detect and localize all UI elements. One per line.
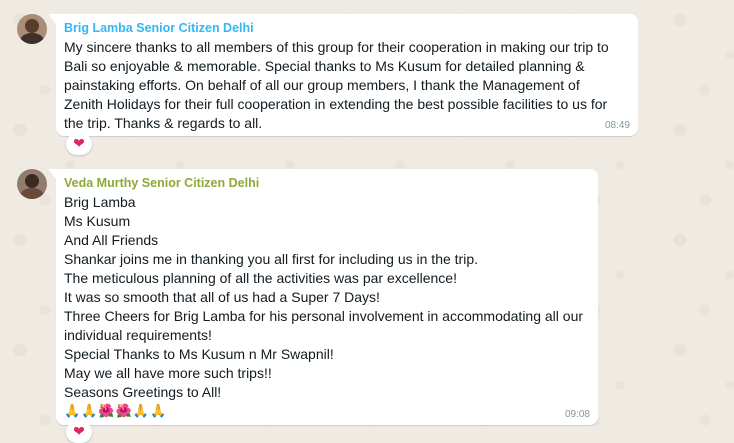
message-text-line: It was so smooth that all of us had a Su… <box>64 289 380 305</box>
folded-hands-icon: 🙏 <box>81 404 98 419</box>
heart-icon: ❤ <box>73 424 85 440</box>
sender-name[interactable]: Veda Murthy Senior Citizen Delhi <box>64 175 590 191</box>
avatar-body <box>20 188 44 199</box>
emoji-row: 🙏 🙏 🌺 🌺 🙏 🙏 <box>64 403 590 421</box>
avatar[interactable] <box>17 169 47 199</box>
folded-hands-icon: 🙏 <box>64 404 81 419</box>
message-text-line: And All Friends <box>64 232 159 248</box>
message-text-line: individual requirements! <box>64 327 212 343</box>
reaction-heart[interactable]: ❤ <box>66 133 92 155</box>
folded-hands-icon: 🙏 <box>132 404 149 419</box>
message-text-line: Bali so enjoyable & memorable. Special t… <box>64 58 585 74</box>
message-text-line: Brig Lamba <box>64 194 136 210</box>
message-text-line: Shankar joins me in thanking you all fir… <box>64 251 478 267</box>
message-bubble[interactable]: Veda Murthy Senior Citizen Delhi Brig La… <box>48 169 598 425</box>
message-text-line: the trip. Thanks & regards to all. <box>64 115 263 131</box>
avatar-body <box>20 33 44 44</box>
avatar-head <box>25 19 39 33</box>
message-timestamp: 09:08 <box>564 409 590 420</box>
message-timestamp: 08:49 <box>604 120 630 131</box>
folded-hands-icon: 🙏 <box>149 404 167 419</box>
message-text-line: May we all have more such trips!! <box>64 365 272 381</box>
message-text-line: My sincere thanks to all members of this… <box>64 39 609 55</box>
reaction-heart[interactable]: ❤ <box>66 421 92 443</box>
avatar[interactable] <box>17 14 47 44</box>
message-text-line: Three Cheers for Brig Lamba for his pers… <box>64 308 584 324</box>
message-text-line: The meticulous planning of all the activ… <box>64 270 457 286</box>
heart-icon: ❤ <box>73 136 85 152</box>
message-text-line: Special Thanks to Ms Kusum n Mr Swapnil! <box>64 346 334 362</box>
sender-name[interactable]: Brig Lamba Senior Citizen Delhi <box>64 20 630 36</box>
message-text-line: painstaking efforts. On behalf of all ou… <box>64 77 580 93</box>
hibiscus-icon: 🌺 <box>115 404 132 419</box>
message-bubble[interactable]: Brig Lamba Senior Citizen Delhi My since… <box>48 14 638 136</box>
message-text-line: Seasons Greetings to All! <box>64 384 222 400</box>
message-text-line: Ms Kusum <box>64 213 131 229</box>
avatar-head <box>25 174 39 188</box>
hibiscus-icon: 🌺 <box>98 404 115 419</box>
message-text-line: Zenith Holidays for their full cooperati… <box>64 96 608 112</box>
